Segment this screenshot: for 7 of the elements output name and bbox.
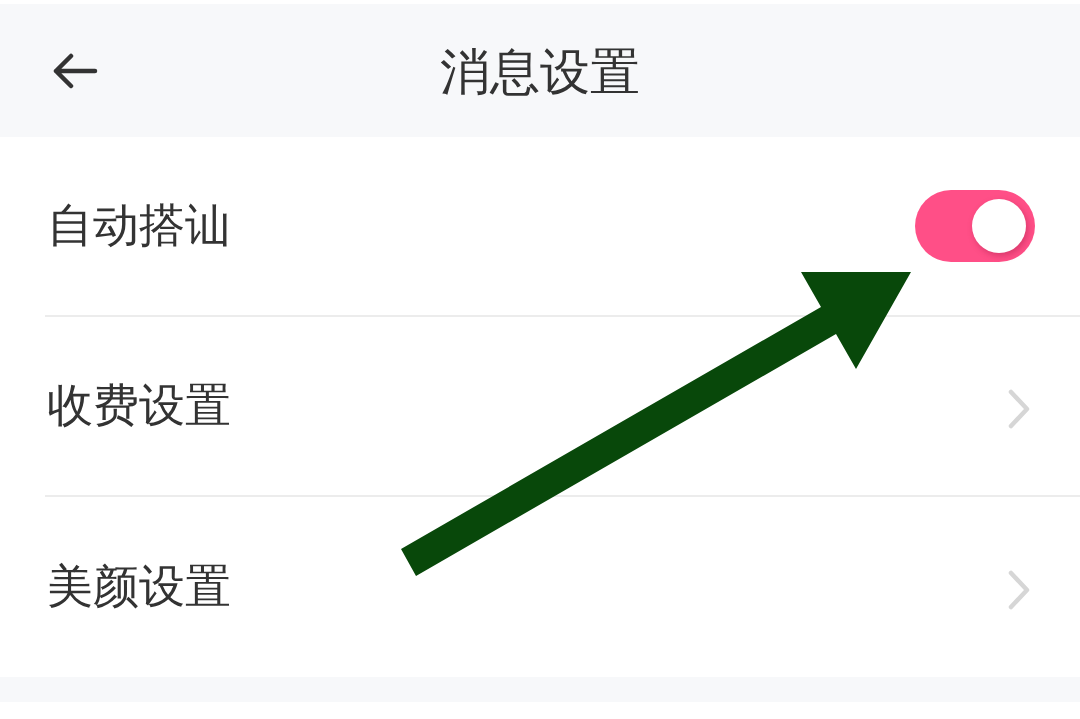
chevron-right-icon xyxy=(1008,570,1030,610)
setting-label: 美颜设置 xyxy=(47,559,231,615)
setting-label: 收费设置 xyxy=(47,378,231,434)
chevron-right-icon xyxy=(1008,389,1030,429)
setting-label: 自动搭讪 xyxy=(47,198,231,254)
arrow-left-icon xyxy=(52,52,98,89)
page-title: 消息设置 xyxy=(440,42,640,102)
